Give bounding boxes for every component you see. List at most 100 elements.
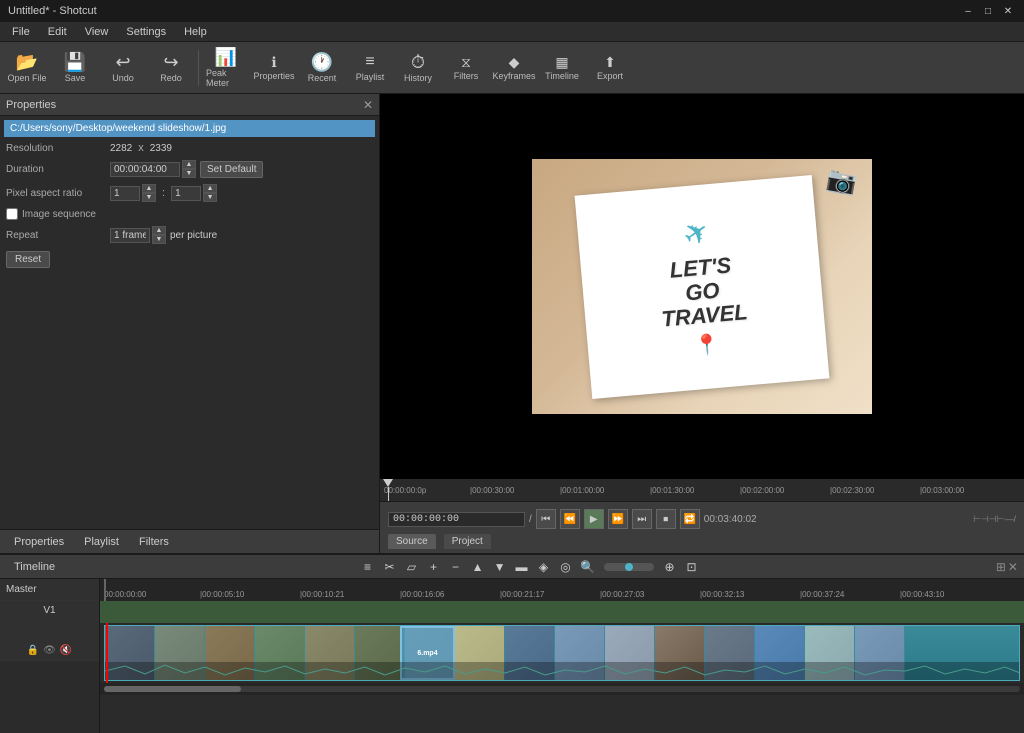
- playhead-marker[interactable]: [384, 479, 392, 501]
- remove-track-button[interactable]: −: [446, 557, 466, 577]
- close-button[interactable]: ✕: [1000, 3, 1016, 19]
- frames-down[interactable]: ▼: [152, 235, 166, 244]
- frames-container: ▲ ▼: [110, 226, 166, 244]
- aspect-1-up[interactable]: ▲: [142, 184, 156, 193]
- mute-icon[interactable]: 🔇: [60, 645, 72, 656]
- timeline-playhead[interactable]: [104, 579, 106, 601]
- duration-input[interactable]: [110, 162, 180, 177]
- overwrite-button[interactable]: ▬: [512, 557, 532, 577]
- tab-filters[interactable]: Filters: [131, 534, 177, 550]
- open-file-button[interactable]: 📂 Open File: [4, 44, 50, 92]
- redo-button[interactable]: ↪ Redo: [148, 44, 194, 92]
- tab-properties[interactable]: Properties: [6, 534, 72, 550]
- undo-label: Undo: [112, 73, 134, 83]
- add-track-button[interactable]: +: [424, 557, 444, 577]
- zoom-in-button[interactable]: 🔍: [578, 557, 598, 577]
- minimize-button[interactable]: –: [960, 3, 976, 19]
- duration-up-arrow[interactable]: ▲: [182, 160, 196, 169]
- project-tab[interactable]: Project: [444, 534, 491, 549]
- frames-spin: ▲ ▼: [152, 226, 166, 244]
- aspect-1-down[interactable]: ▼: [142, 193, 156, 202]
- image-sequence-row: Image sequence: [0, 205, 379, 223]
- cut-tool-button[interactable]: ✂: [380, 557, 400, 577]
- filters-button[interactable]: ⧖ Filters: [443, 44, 489, 92]
- append-tool-button[interactable]: ≡: [358, 557, 378, 577]
- reset-button[interactable]: Reset: [6, 251, 50, 268]
- playlist-button[interactable]: ≡ Playlist: [347, 44, 393, 92]
- image-sequence-checkbox[interactable]: [6, 208, 18, 220]
- toolbar-separator-1: [198, 50, 199, 86]
- title-text: Untitled* - Shotcut: [8, 5, 97, 17]
- timeline-content: Master V1 🔒 👁 🔇 00:00:00:00 |00:0: [0, 579, 1024, 733]
- aspect-2-input[interactable]: [171, 186, 201, 201]
- resolution-width: 2282: [110, 143, 132, 154]
- loop-button[interactable]: 🔁: [680, 509, 700, 529]
- go-to-start-button[interactable]: ⏮: [536, 509, 556, 529]
- tick-2: |00:00:10:21: [300, 590, 344, 599]
- resolution-x-label: x: [136, 142, 146, 154]
- frames-up[interactable]: ▲: [152, 226, 166, 235]
- menu-file[interactable]: File: [4, 24, 38, 40]
- lift-tool-button[interactable]: ▱: [402, 557, 422, 577]
- aspect-2-down[interactable]: ▼: [203, 193, 217, 202]
- travel-pin-icon: 📍: [694, 332, 721, 359]
- go-to-end-button[interactable]: ⏭: [632, 509, 652, 529]
- source-tab[interactable]: Source: [388, 534, 436, 549]
- zoom-fit-button[interactable]: ⊕: [660, 557, 680, 577]
- save-label: Save: [65, 73, 86, 83]
- play-button[interactable]: ▶: [584, 509, 604, 529]
- keyframes-button[interactable]: ◆ Keyframes: [491, 44, 537, 92]
- timeline-ruler: 00:00:00:00 |00:00:05:10 |00:00:10:21 |0…: [100, 579, 1024, 601]
- scrollbar-track[interactable]: [104, 686, 1020, 692]
- timeline-close-button[interactable]: ✕: [1008, 560, 1018, 574]
- scrub-button[interactable]: ◎: [556, 557, 576, 577]
- keyframes-label: Keyframes: [493, 71, 536, 81]
- menu-view[interactable]: View: [77, 24, 117, 40]
- aspect-1-input[interactable]: [110, 186, 140, 201]
- transport-controls: / ⏮ ⏪ ▶ ⏩ ⏭ ⏹ 🔁 00:03:40:02 ⊢⊣⊣⊢—/ Sourc…: [380, 501, 1024, 553]
- set-default-button[interactable]: Set Default: [200, 161, 263, 178]
- lock-icon[interactable]: 🔒: [27, 645, 39, 656]
- frames-input[interactable]: [110, 228, 150, 243]
- filters-label: Filters: [454, 71, 479, 81]
- camera-decoration: 📷: [825, 165, 859, 199]
- duration-down-arrow[interactable]: ▼: [182, 169, 196, 178]
- scrollbar-thumb[interactable]: [104, 686, 241, 692]
- aspect-2-up[interactable]: ▲: [203, 184, 217, 193]
- window-controls: – □ ✕: [960, 3, 1016, 19]
- menu-settings[interactable]: Settings: [118, 24, 174, 40]
- ruler-mark-5: |00:02:30:00: [830, 486, 874, 495]
- current-time-display[interactable]: [388, 512, 525, 527]
- timeline-float-button[interactable]: ⊞: [996, 560, 1006, 574]
- video-clip[interactable]: 6.mp4: [104, 625, 1020, 681]
- zoom-slider[interactable]: [604, 563, 654, 571]
- eye-icon[interactable]: 👁: [43, 645, 56, 656]
- v1-playhead: [106, 623, 108, 683]
- tab-playlist[interactable]: Playlist: [76, 534, 127, 550]
- tick-0: 00:00:00:00: [104, 590, 146, 599]
- duration-row: Duration ▲ ▼ Set Default: [0, 157, 379, 181]
- move-up-button[interactable]: ▲: [468, 557, 488, 577]
- stop-button[interactable]: ⏹: [656, 509, 676, 529]
- recent-button[interactable]: 🕐 Recent: [299, 44, 345, 92]
- prev-frame-button[interactable]: ⏪: [560, 509, 580, 529]
- ripple-button[interactable]: ◈: [534, 557, 554, 577]
- playlist-label: Playlist: [356, 72, 385, 82]
- track-labels: Master V1 🔒 👁 🔇: [0, 579, 100, 733]
- play-forward-button[interactable]: ⏩: [608, 509, 628, 529]
- zoom-out-button[interactable]: ⊡: [682, 557, 702, 577]
- properties-close-button[interactable]: ✕: [363, 98, 373, 112]
- save-button[interactable]: 💾 Save: [52, 44, 98, 92]
- properties-panel-header: Properties ✕: [0, 94, 379, 116]
- menu-edit[interactable]: Edit: [40, 24, 75, 40]
- menu-help[interactable]: Help: [176, 24, 215, 40]
- maximize-button[interactable]: □: [980, 3, 996, 19]
- move-down-button[interactable]: ▼: [490, 557, 510, 577]
- export-button[interactable]: ⬆ Export: [587, 44, 633, 92]
- peak-meter-button[interactable]: 📊 Peak Meter: [203, 44, 249, 92]
- history-button[interactable]: ⏱ History: [395, 44, 441, 92]
- timeline-button[interactable]: ▦ Timeline: [539, 44, 585, 92]
- properties-button[interactable]: ℹ Properties: [251, 44, 297, 92]
- undo-button[interactable]: ↩ Undo: [100, 44, 146, 92]
- duration-input-container: ▲ ▼: [110, 160, 196, 178]
